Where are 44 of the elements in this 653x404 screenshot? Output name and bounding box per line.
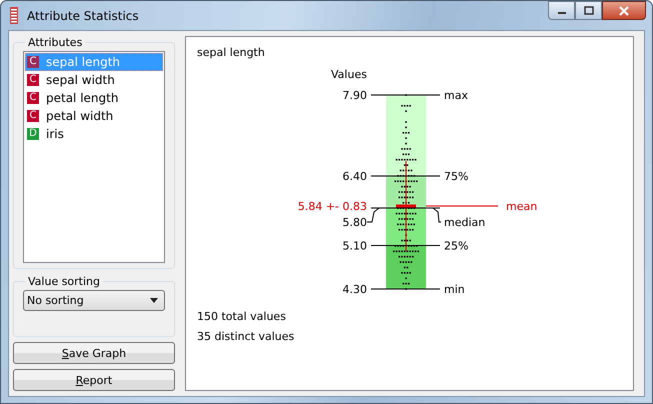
minimize-button[interactable] xyxy=(548,1,575,20)
tick-line xyxy=(370,288,440,290)
dropdown-arrow-icon xyxy=(150,298,158,303)
maximize-icon xyxy=(584,6,594,15)
value-label: 6.40 xyxy=(342,170,367,183)
attribute-item[interactable]: C petal length xyxy=(25,89,163,107)
value-label: 7.90 xyxy=(342,89,367,102)
attribute-item[interactable]: C petal width xyxy=(25,107,163,125)
summary-text: 150 total values xyxy=(197,309,287,325)
graph-title: sepal length xyxy=(196,45,266,61)
mean-label: mean xyxy=(506,200,538,213)
type-badge: D xyxy=(27,128,39,140)
attribute-item[interactable]: C sepal width xyxy=(25,71,163,89)
attribute-item[interactable]: C sepal length xyxy=(25,53,163,71)
close-icon xyxy=(618,6,630,16)
stat-label: 75% xyxy=(444,170,468,183)
mean-value: 5.84 +- 0.83 xyxy=(298,200,367,213)
stat-label: max xyxy=(444,89,468,102)
type-badge: C xyxy=(27,56,39,68)
quartile-band xyxy=(386,246,426,289)
value-label: 4.30 xyxy=(342,283,367,296)
tick-line xyxy=(370,94,440,96)
attribute-item[interactable]: D iris xyxy=(25,125,163,143)
action-button[interactable]: Report xyxy=(13,369,175,391)
value-label: 5.10 xyxy=(342,240,367,252)
group-title: Value sorting xyxy=(27,275,102,288)
axis-title: Values xyxy=(331,68,367,81)
value-label: 5.80 xyxy=(342,216,367,229)
app-icon xyxy=(9,7,19,24)
maximize-button[interactable] xyxy=(575,1,602,20)
action-button[interactable]: Save Graph xyxy=(13,342,175,364)
sorting-dropdown[interactable]: No sorting xyxy=(23,290,165,311)
tick-line xyxy=(370,245,440,246)
type-badge: C xyxy=(27,74,39,86)
summary-text: 35 distinct values xyxy=(197,329,296,345)
stat-label: median xyxy=(444,216,486,229)
type-badge: C xyxy=(27,110,39,122)
mean-marker xyxy=(396,204,416,208)
stat-label: 25% xyxy=(444,240,468,252)
group-title: Attributes xyxy=(27,36,84,49)
window-title: Attribute Statistics xyxy=(27,8,139,22)
close-button[interactable] xyxy=(602,1,646,20)
stat-label: min xyxy=(444,283,465,296)
type-badge: C xyxy=(27,92,39,104)
